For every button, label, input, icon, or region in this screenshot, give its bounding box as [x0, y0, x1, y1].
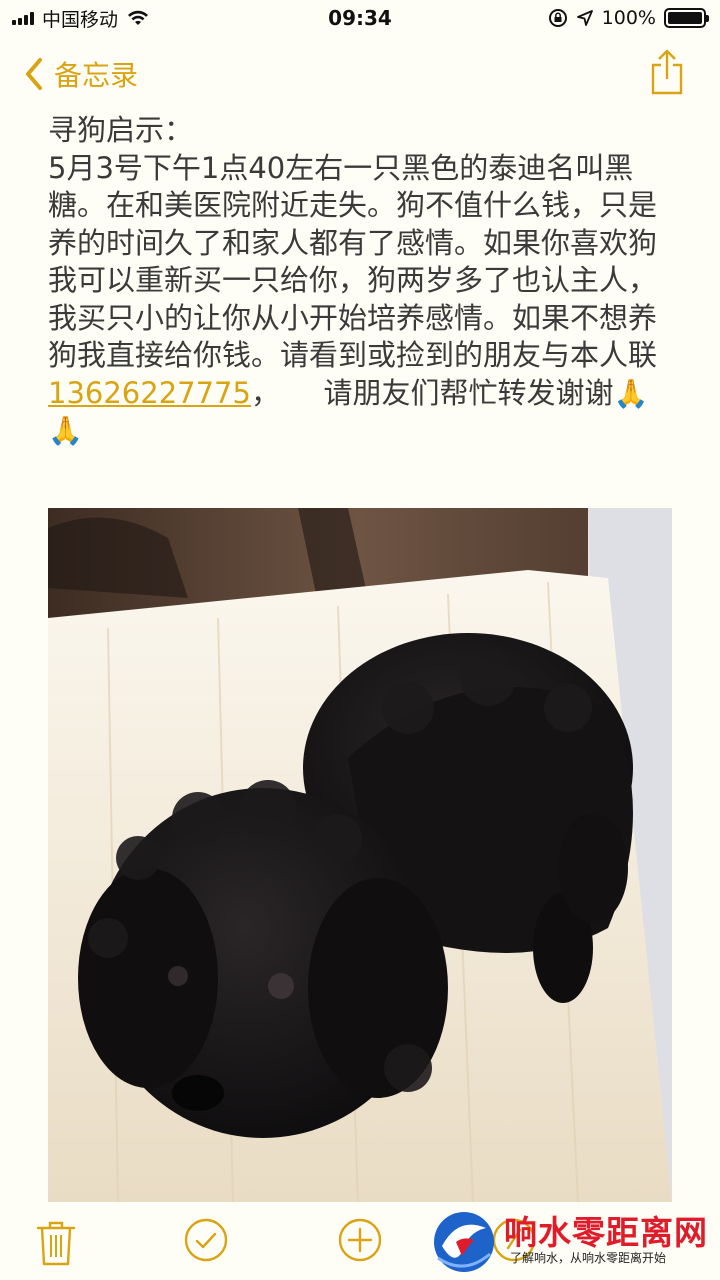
status-right: 100%	[548, 7, 709, 29]
lock-rotation-icon	[548, 9, 567, 27]
chevron-left-icon	[26, 58, 42, 90]
add-button[interactable]	[338, 1218, 382, 1262]
delete-button[interactable]	[34, 1218, 78, 1266]
watermark-subtitle: 了解响水，从响水零距离开始	[510, 1251, 667, 1265]
wifi-icon	[128, 10, 149, 25]
battery-percent: 100%	[601, 7, 656, 29]
note-content[interactable]: 寻狗启示： 5月3号下午1点40左右一只黑色的泰迪名叫黑糖。在和美医院附近走失。…	[48, 112, 672, 450]
checklist-button[interactable]	[184, 1218, 228, 1262]
status-bar: 中国移动 09:34 100%	[0, 0, 720, 36]
note-body: 5月3号下午1点40左右一只黑色的泰迪名叫黑糖。在和美医院附近走失。狗不值什么钱…	[48, 150, 672, 450]
note-body-text: 5月3号下午1点40左右一只黑色的泰迪名叫黑糖。在和美医院附近走失。狗不值什么钱…	[48, 150, 658, 373]
battery-icon	[664, 8, 709, 28]
back-button[interactable]: 备忘录	[24, 54, 138, 94]
share-icon	[651, 49, 683, 95]
watermark-title: 响水零距离网	[504, 1213, 708, 1252]
battery-fill	[668, 12, 702, 24]
dog-photo[interactable]	[48, 508, 672, 1202]
back-button-label: 备忘录	[54, 59, 139, 92]
phone-link[interactable]: 13626227775	[48, 376, 251, 410]
signal-icon	[12, 11, 34, 25]
add-icon	[338, 1218, 382, 1262]
location-icon	[576, 10, 593, 26]
dog-photo-image	[48, 508, 672, 1202]
nav-bar: 备忘录	[0, 44, 720, 104]
share-button[interactable]	[650, 49, 684, 99]
watermark-logo	[434, 1212, 494, 1272]
site-watermark: 响水零距离网 了解响水，从响水零距离开始	[428, 1204, 720, 1280]
carrier-name: 中国移动	[42, 8, 119, 31]
status-left: 中国移动	[12, 5, 150, 32]
note-body-end: ， 请朋友们帮忙转发谢谢	[250, 375, 614, 410]
note-title: 寻狗启示：	[48, 113, 194, 147]
checklist-icon	[184, 1218, 228, 1262]
trash-icon	[36, 1221, 76, 1266]
